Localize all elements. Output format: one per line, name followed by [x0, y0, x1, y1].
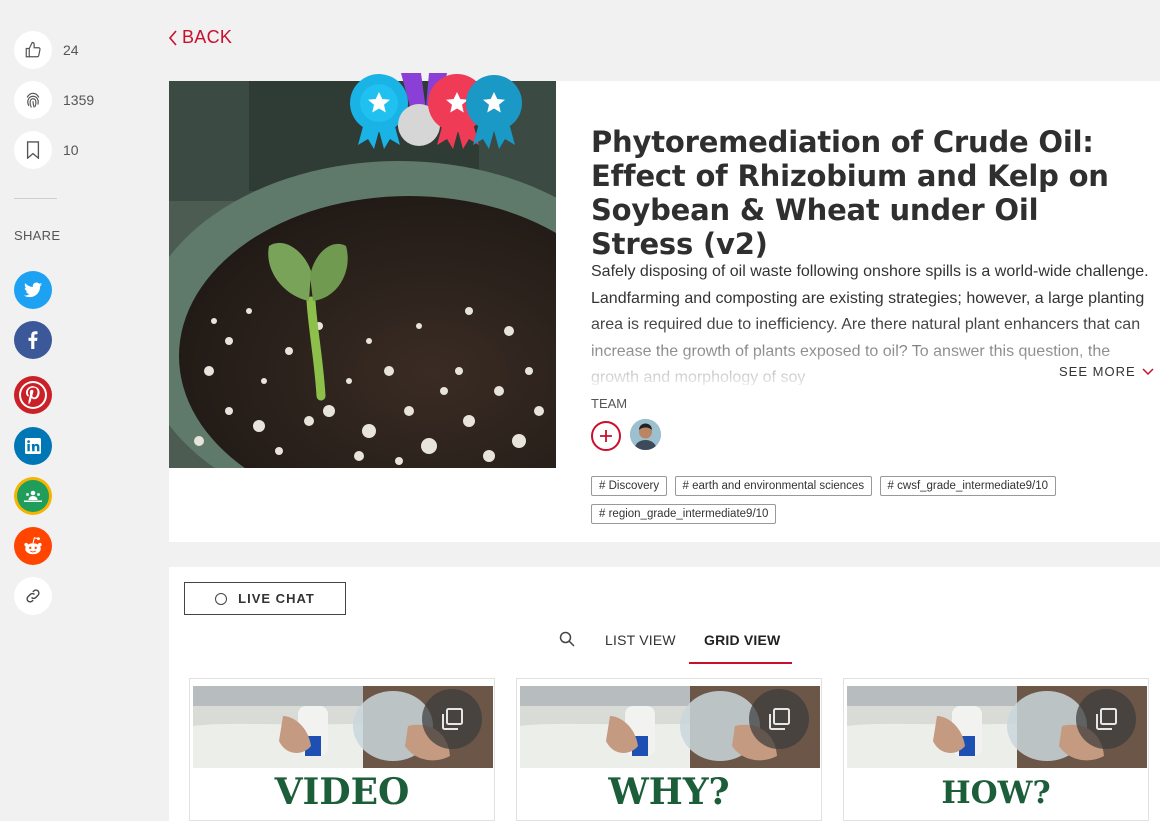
project-title: Phytoremediation of Crude Oil: Effect of…	[591, 125, 1109, 261]
pinterest-icon	[19, 381, 47, 409]
back-label: BACK	[182, 27, 233, 47]
fingerprint-icon	[26, 92, 40, 108]
bookmark-count: 10	[63, 142, 79, 158]
bookmark-icon	[26, 141, 40, 159]
copy-link-button[interactable]	[14, 577, 52, 615]
live-chat-button[interactable]: LIVE CHAT	[184, 582, 346, 615]
chevron-down-icon	[1142, 367, 1154, 375]
live-chat-label: LIVE CHAT	[238, 591, 315, 606]
views-count: 1359	[63, 92, 95, 108]
share-reddit-button[interactable]	[14, 527, 52, 565]
left-rail: 24 1359 10 SHARE	[0, 0, 94, 821]
project-header: Phytoremediation of Crude Oil: Effect of…	[169, 73, 1160, 542]
reddit-icon	[24, 537, 42, 555]
see-more-label: SEE MORE	[1059, 364, 1136, 379]
list-view-tab[interactable]: LIST VIEW	[605, 632, 676, 648]
plus-icon	[600, 430, 612, 442]
tag-earth-environmental-sciences[interactable]: # earth and environmental sciences	[674, 476, 873, 496]
tag-region-grade[interactable]: # region_grade_intermediate9/10	[591, 504, 777, 524]
award-medals	[350, 73, 522, 149]
tag-cwsf-grade[interactable]: # cwsf_grade_intermediate9/10	[879, 476, 1057, 496]
share-facebook-button[interactable]	[14, 321, 52, 359]
facebook-icon	[28, 331, 38, 349]
views-badge	[14, 81, 52, 119]
tag-list: # Discovery # earth and environmental sc…	[591, 476, 1111, 532]
search-icon[interactable]	[559, 631, 575, 647]
share-classroom-button[interactable]	[14, 477, 52, 515]
gallery-copy-icon	[422, 689, 482, 749]
linkedin-icon	[25, 438, 41, 454]
grid-view-tab[interactable]: GRID VIEW	[704, 632, 780, 648]
media-card[interactable]: VIDEO	[189, 678, 495, 821]
share-pinterest-button[interactable]	[14, 376, 52, 414]
tag-discovery[interactable]: # Discovery	[591, 476, 668, 496]
media-card[interactable]: WHY?	[516, 678, 822, 821]
media-card[interactable]: HOW?	[843, 678, 1149, 821]
bookmark-button[interactable]	[14, 131, 52, 169]
bookmark-stat[interactable]: 10	[14, 131, 79, 169]
thumbs-up-icon	[25, 41, 41, 58]
gallery-copy-icon	[1076, 689, 1136, 749]
card-caption: WHY?	[608, 771, 730, 813]
add-team-member-button[interactable]	[591, 421, 621, 451]
classroom-icon	[17, 480, 49, 512]
see-more-button[interactable]: SEE MORE	[1051, 364, 1154, 379]
status-dot-icon	[215, 592, 228, 605]
media-panel: LIVE CHAT LIST VIEW GRID VIEW VIDEO WHY?…	[169, 567, 1160, 821]
team-label: TEAM	[591, 396, 628, 411]
card-caption: HOW?	[941, 775, 1051, 811]
back-link[interactable]: BACK	[168, 27, 232, 48]
like-count: 24	[63, 42, 79, 58]
medal-blue-left-icon	[350, 74, 408, 149]
twitter-icon	[24, 282, 42, 298]
share-linkedin-button[interactable]	[14, 427, 52, 465]
like-button[interactable]	[14, 31, 52, 69]
active-tab-indicator	[689, 662, 792, 664]
link-icon	[26, 589, 40, 603]
views-stat: 1359	[14, 81, 94, 119]
team-member-avatar[interactable]	[630, 419, 661, 450]
like-stat[interactable]: 24	[14, 31, 79, 69]
share-label: SHARE	[14, 228, 61, 243]
rail-divider	[14, 198, 57, 199]
avatar-image	[630, 419, 661, 450]
chevron-left-icon	[168, 29, 177, 46]
gallery-copy-icon	[749, 689, 809, 749]
share-twitter-button[interactable]	[14, 271, 52, 309]
card-caption: VIDEO	[274, 771, 410, 813]
